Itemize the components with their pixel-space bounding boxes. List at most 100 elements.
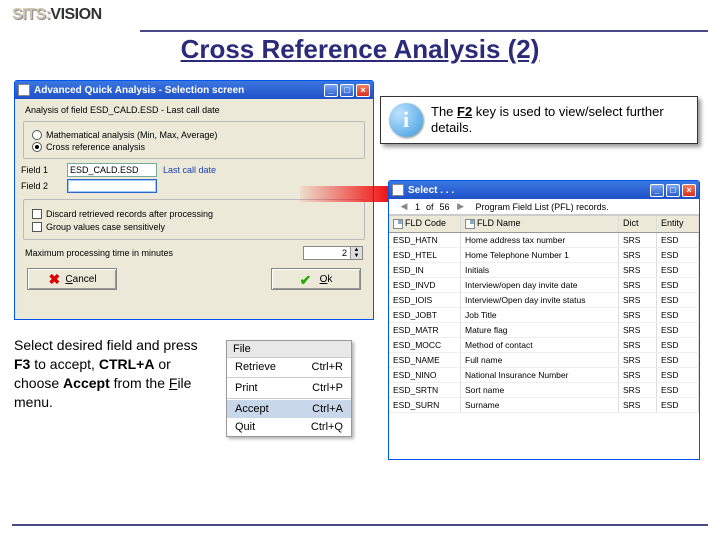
radio-math[interactable] [32, 130, 42, 140]
cell-name: Job Title [461, 308, 619, 322]
file-menu: File Retrieve Ctrl+R Print Ctrl+P Accept… [226, 340, 352, 437]
minimize-button[interactable]: _ [324, 84, 338, 97]
field2-input[interactable] [67, 179, 157, 193]
cell-dict: SRS [619, 248, 657, 262]
page-prev-icon[interactable]: ◀ [399, 201, 409, 212]
menu-retrieve[interactable]: Retrieve Ctrl+R [227, 358, 351, 376]
chk-group-row[interactable]: Group values case sensitively [32, 222, 356, 232]
table-row[interactable]: ESD_MOCCMethod of contactSRSESD [389, 338, 699, 353]
menu-separator [227, 377, 351, 378]
chk-group[interactable] [32, 222, 42, 232]
cell-code: ESD_MOCC [389, 338, 461, 352]
cell-name: Interview/Open day invite status [461, 293, 619, 307]
col-dict[interactable]: Dict [619, 216, 657, 232]
chk-group-label: Group values case sensitively [46, 222, 165, 232]
minutes-spinner[interactable]: 2 ▲▼ [303, 246, 363, 260]
analysis-subtitle: Analysis of field ESD_CALD.ESD - Last ca… [25, 105, 367, 115]
field1-input[interactable]: ESD_CALD.ESD [67, 163, 157, 177]
select-titlebar[interactable]: Select . . . _ □ × [389, 181, 699, 199]
cell-name: Sort name [461, 383, 619, 397]
table-row[interactable]: ESD_HTELHome Telephone Number 1SRSESD [389, 248, 699, 263]
cell-name: Method of contact [461, 338, 619, 352]
cell-name: Surname [461, 398, 619, 412]
chk-discard-row[interactable]: Discard retrieved records after processi… [32, 209, 356, 219]
file-menu-title[interactable]: File [227, 341, 351, 358]
cell-code: ESD_MATR [389, 323, 461, 337]
radio-cross-row[interactable]: Cross reference analysis [32, 142, 356, 152]
radio-math-row[interactable]: Mathematical analysis (Min, Max, Average… [32, 130, 356, 140]
table-row[interactable]: ESD_IOISInterview/Open day invite status… [389, 293, 699, 308]
ok-button[interactable]: ✔ Ok [271, 268, 361, 290]
cell-dict: SRS [619, 323, 657, 337]
close-button[interactable]: × [356, 84, 370, 97]
analysis-titlebar[interactable]: Advanced Quick Analysis - Selection scre… [15, 81, 373, 99]
instruction-text: Select desired field and press F3 to acc… [14, 336, 214, 412]
col-name[interactable]: FLD Name [461, 216, 619, 232]
instr-accept: Accept [63, 375, 110, 391]
logo-left: SITS: [12, 6, 50, 23]
chk-discard-label: Discard retrieved records after processi… [46, 209, 213, 219]
cell-entity: ESD [657, 353, 699, 367]
menu-print[interactable]: Print Ctrl+P [227, 379, 351, 397]
col-entity[interactable]: Entity [657, 216, 699, 232]
cell-entity: ESD [657, 278, 699, 292]
filter-icon[interactable] [393, 219, 403, 229]
close-button[interactable]: × [682, 184, 696, 197]
menu-separator [227, 398, 351, 399]
cell-entity: ESD [657, 338, 699, 352]
table-row[interactable]: ESD_SRTNSort nameSRSESD [389, 383, 699, 398]
cell-dict: SRS [619, 293, 657, 307]
chk-discard[interactable] [32, 209, 42, 219]
page-total: 56 [440, 202, 450, 212]
menu-accept[interactable]: Accept Ctrl+A [227, 400, 351, 418]
cell-code: ESD_INVD [389, 278, 461, 292]
cell-code: ESD_IN [389, 263, 461, 277]
slide-title: Cross Reference Analysis (2) [0, 34, 720, 65]
filter-icon[interactable] [465, 219, 475, 229]
table-row[interactable]: ESD_JOBTJob TitleSRSESD [389, 308, 699, 323]
menu-retrieve-accel: Ctrl+R [312, 361, 343, 373]
cell-dict: SRS [619, 353, 657, 367]
divider-top [140, 30, 708, 32]
window-icon [392, 184, 404, 196]
info-icon: i [389, 103, 423, 137]
table-row[interactable]: ESD_NAMEFull nameSRSESD [389, 353, 699, 368]
menu-print-label: Print [235, 382, 258, 394]
table-body: ESD_HATNHome address tax numberSRSESDESD… [389, 233, 699, 413]
cell-entity: ESD [657, 308, 699, 322]
menu-quit-accel: Ctrl+Q [311, 421, 343, 433]
menu-quit[interactable]: Quit Ctrl+Q [227, 418, 351, 436]
cell-dict: SRS [619, 233, 657, 247]
cell-entity: ESD [657, 368, 699, 382]
table-row[interactable]: ESD_INInitialsSRSESD [389, 263, 699, 278]
page-next-icon[interactable]: ▶ [456, 201, 466, 212]
callout-text: The F2 key is used to view/select furthe… [431, 104, 689, 137]
maximize-button[interactable]: □ [666, 184, 680, 197]
cell-dict: SRS [619, 383, 657, 397]
pager-bar: ◀ 1 of 56 ▶ Program Field List (PFL) rec… [389, 199, 699, 215]
table-row[interactable]: ESD_NINONational Insurance NumberSRSESD [389, 368, 699, 383]
cell-entity: ESD [657, 233, 699, 247]
window-icon [18, 84, 30, 96]
cancel-icon: ✖ [47, 272, 61, 286]
table-row[interactable]: ESD_SURNSurnameSRSESD [389, 398, 699, 413]
radio-cross[interactable] [32, 142, 42, 152]
table-row[interactable]: ESD_MATRMature flagSRSESD [389, 323, 699, 338]
field1-desc: Last call date [163, 165, 216, 175]
minimize-button[interactable]: _ [650, 184, 664, 197]
page-of: of [426, 202, 434, 212]
spin-down-icon[interactable]: ▼ [350, 253, 362, 259]
cell-dict: SRS [619, 308, 657, 322]
maximize-button[interactable]: □ [340, 84, 354, 97]
cell-entity: ESD [657, 293, 699, 307]
cell-code: ESD_IOIS [389, 293, 461, 307]
col-code[interactable]: FLD Code [389, 216, 461, 232]
cell-entity: ESD [657, 398, 699, 412]
table-row[interactable]: ESD_HATNHome address tax numberSRSESD [389, 233, 699, 248]
table-header: FLD Code FLD Name Dict Entity [389, 215, 699, 233]
table-row[interactable]: ESD_INVDInterview/open day invite dateSR… [389, 278, 699, 293]
field2-label: Field 2 [21, 181, 61, 191]
cell-entity: ESD [657, 263, 699, 277]
field1-label: Field 1 [21, 165, 61, 175]
cancel-button[interactable]: ✖ Cancel [27, 268, 117, 290]
